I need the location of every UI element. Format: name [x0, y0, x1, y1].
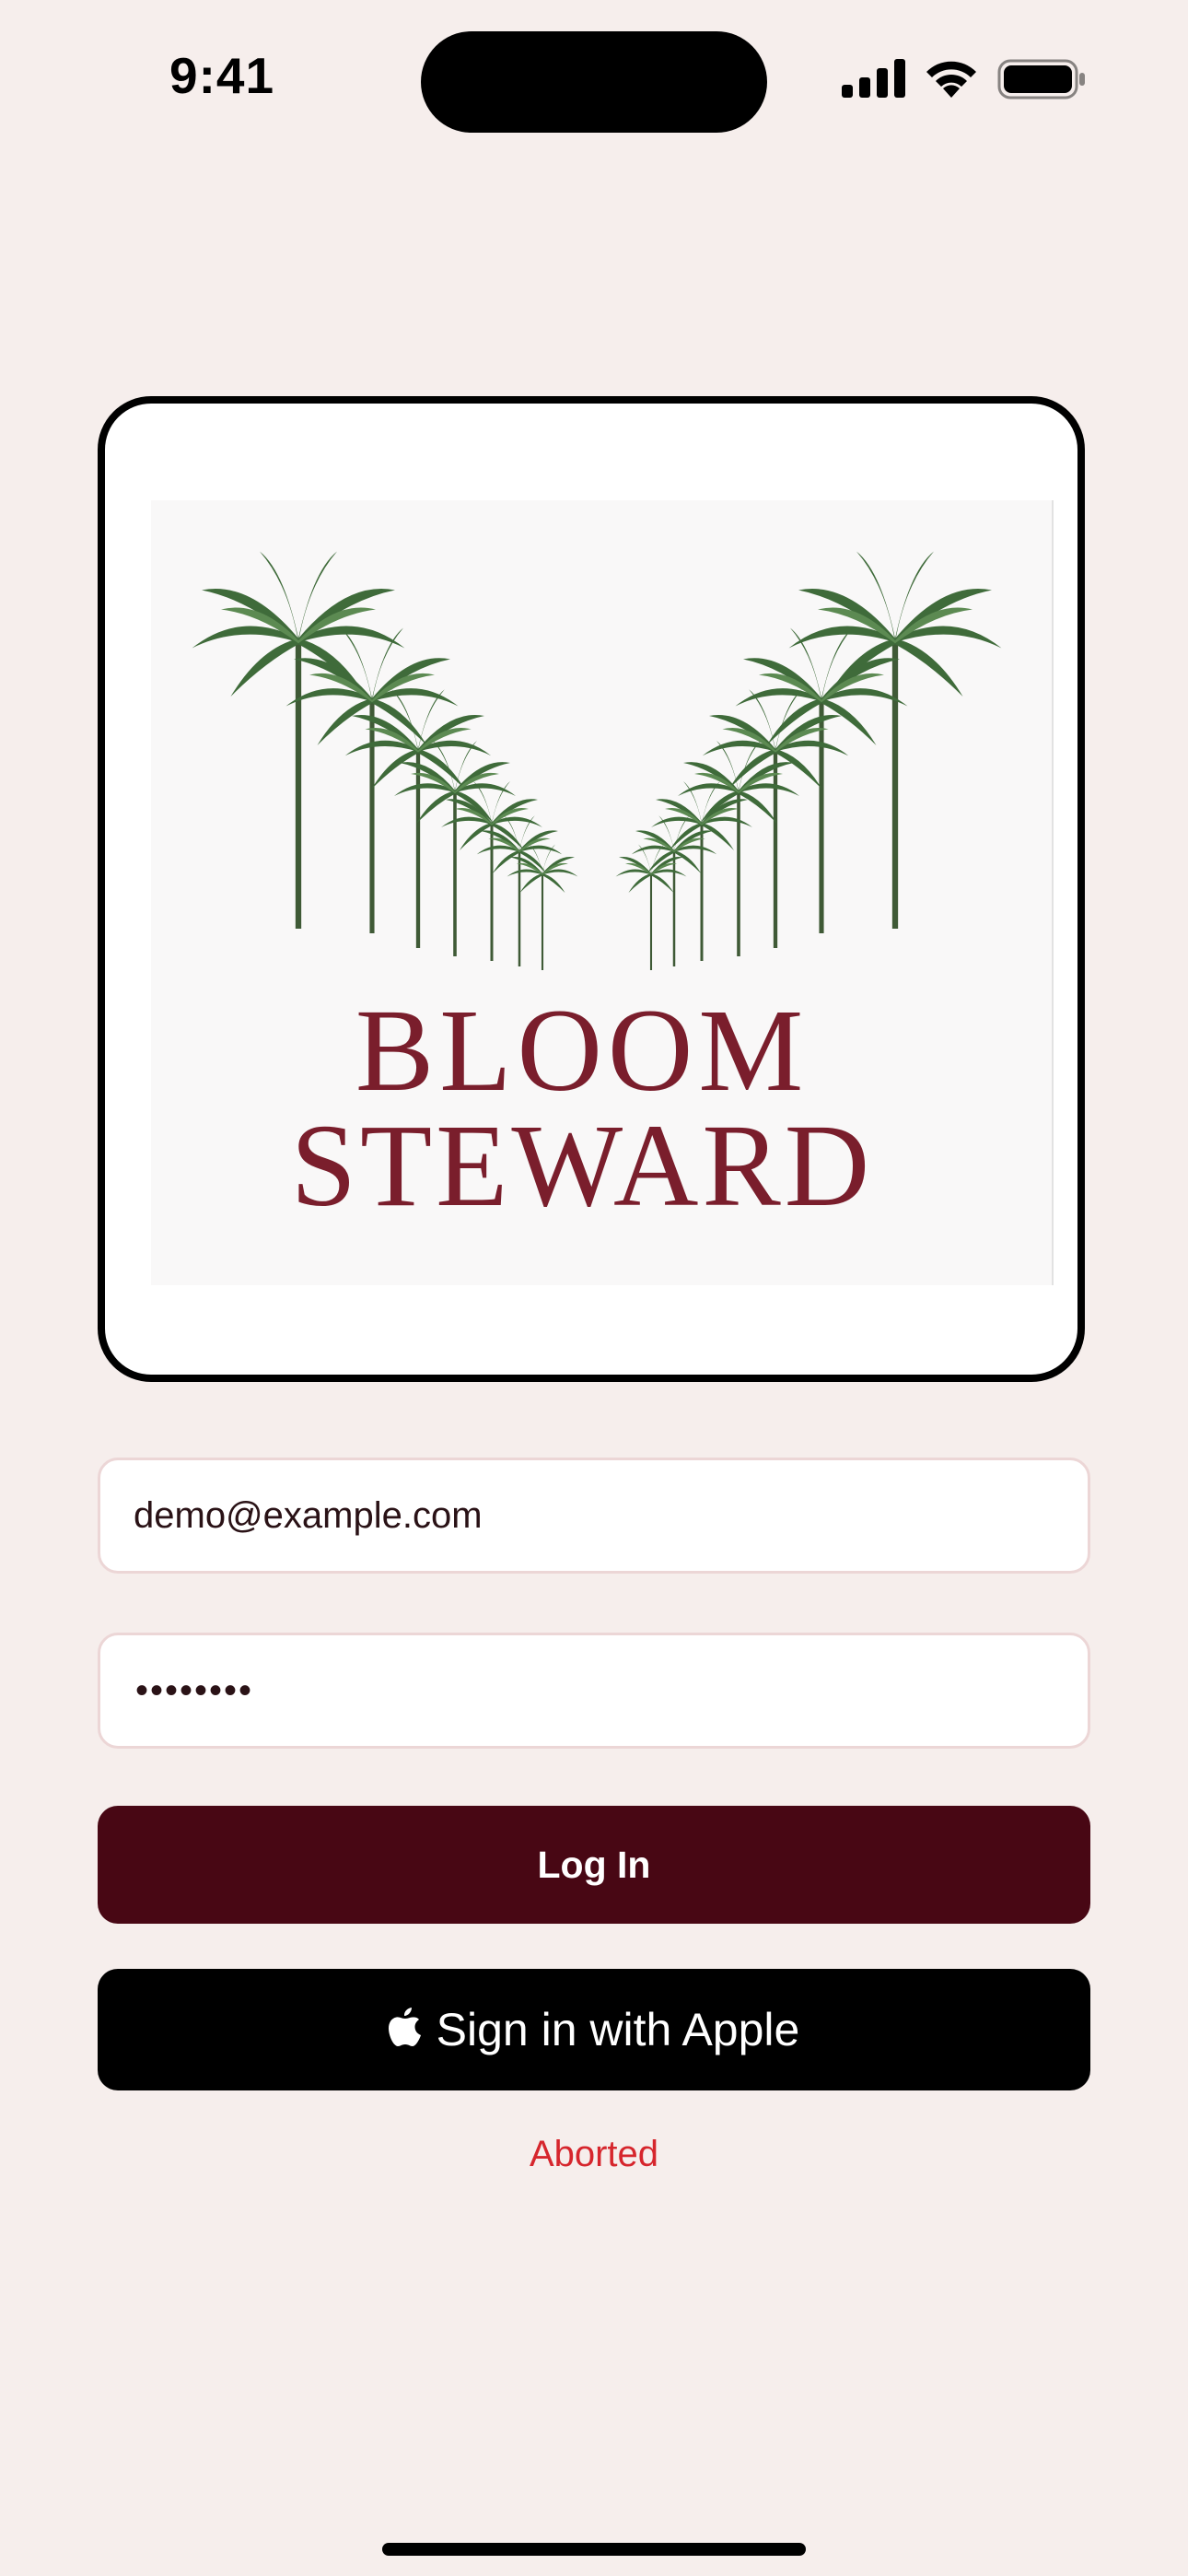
email-value: demo@example.com [134, 1495, 483, 1536]
status-time: 9:41 [169, 47, 275, 104]
dynamic-island [421, 31, 767, 133]
apple-icon [388, 2008, 421, 2046]
apple-button-label: Sign in with Apple [436, 2004, 800, 2055]
home-indicator[interactable] [382, 2543, 806, 2556]
sign-in-with-apple-button[interactable]: Sign in with Apple [98, 1969, 1090, 2090]
signal-icon [842, 59, 905, 98]
wifi-icon [926, 61, 976, 98]
logo-card: BLOOM STEWARD [98, 396, 1085, 1382]
logo-line-1: BLOOM [355, 985, 809, 1116]
error-message: Aborted [529, 2134, 659, 2174]
logo-line-2: STEWARD [291, 1100, 873, 1231]
email-field[interactable]: demo@example.com [98, 1458, 1090, 1574]
password-value: •••••••• [135, 1670, 254, 1711]
password-field[interactable]: •••••••• [98, 1633, 1090, 1749]
login-button-label: Log In [537, 1843, 651, 1886]
brand-logo: BLOOM STEWARD [151, 500, 1054, 1285]
login-button[interactable]: Log In [98, 1806, 1090, 1924]
battery-icon [997, 59, 1085, 100]
